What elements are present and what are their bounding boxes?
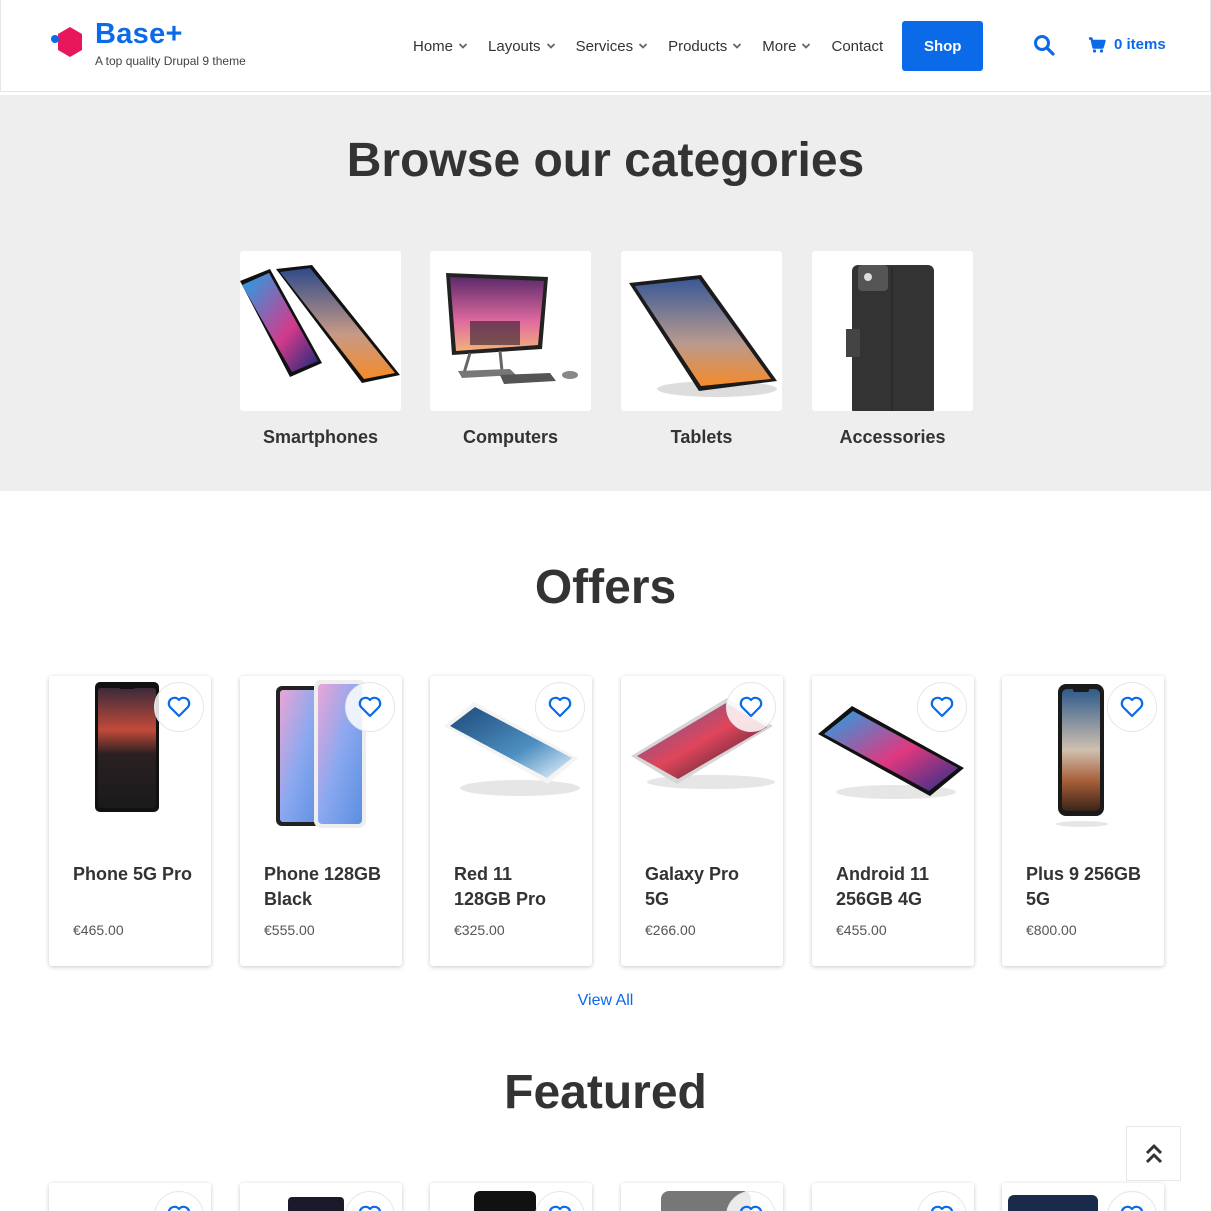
category-card-tablets[interactable]: Tablets bbox=[621, 251, 782, 448]
product-name[interactable]: Phone 128GB Black bbox=[264, 862, 384, 912]
nav-item-label: Products bbox=[668, 37, 728, 55]
site-slogan: A top quality Drupal 9 theme bbox=[95, 54, 246, 68]
nav-item-label: Contact bbox=[831, 37, 884, 55]
featured-product-card[interactable] bbox=[1002, 1183, 1164, 1211]
featured-product-card[interactable] bbox=[812, 1183, 974, 1211]
featured-product-card[interactable] bbox=[240, 1183, 402, 1211]
nav-item-layouts[interactable]: Layouts bbox=[478, 21, 566, 71]
wishlist-heart-icon[interactable] bbox=[345, 1191, 395, 1211]
cart-icon bbox=[1089, 36, 1106, 53]
nav-item-more[interactable]: More bbox=[752, 21, 821, 71]
cart-link[interactable]: 0 items bbox=[1088, 36, 1166, 53]
product-card[interactable]: Android 11 256GB 4G €455.00 bbox=[812, 676, 974, 966]
logo-hexagon-icon bbox=[51, 26, 85, 60]
wishlist-heart-icon[interactable] bbox=[917, 682, 967, 732]
chevron-down-icon bbox=[458, 43, 468, 49]
product-name[interactable]: Plus 9 256GB 5G bbox=[1026, 862, 1146, 912]
nav-item-label: Services bbox=[575, 37, 634, 55]
wishlist-heart-icon[interactable] bbox=[1107, 682, 1157, 732]
featured-product-card[interactable] bbox=[49, 1183, 211, 1211]
product-price: €455.00 bbox=[836, 922, 887, 938]
wishlist-heart-icon[interactable] bbox=[154, 682, 204, 732]
product-card[interactable]: Red 11 128GB Pro €325.00 bbox=[430, 676, 592, 966]
product-price: €266.00 bbox=[645, 922, 696, 938]
category-card-accessories[interactable]: Accessories bbox=[812, 251, 973, 448]
product-price: €465.00 bbox=[73, 922, 124, 938]
product-price: €325.00 bbox=[454, 922, 505, 938]
offers-title: Offers bbox=[534, 561, 677, 614]
wishlist-heart-icon[interactable] bbox=[535, 1191, 585, 1211]
scroll-to-top-button[interactable] bbox=[1126, 1126, 1181, 1181]
product-price: €555.00 bbox=[264, 922, 315, 938]
product-name[interactable]: Android 11 256GB 4G bbox=[836, 862, 956, 912]
featured-product-card[interactable] bbox=[430, 1183, 592, 1211]
product-name[interactable]: Red 11 128GB Pro bbox=[454, 862, 574, 912]
category-label: Accessories bbox=[839, 427, 946, 447]
product-card[interactable]: Galaxy Pro 5G €266.00 bbox=[621, 676, 783, 966]
chevron-down-icon bbox=[546, 43, 555, 49]
site-logo[interactable]: Base+ A top quality Drupal 9 theme bbox=[51, 20, 246, 68]
product-name[interactable]: Phone 5G Pro bbox=[73, 862, 193, 887]
nav-item-home[interactable]: Home bbox=[403, 21, 478, 71]
main-navigation: Home Layouts Services Products More Cont… bbox=[403, 21, 984, 71]
nav-item-label: Home bbox=[413, 37, 454, 55]
nav-item-services[interactable]: Services bbox=[566, 21, 659, 71]
featured-title: Featured bbox=[504, 1066, 707, 1119]
wishlist-heart-icon[interactable] bbox=[917, 1191, 967, 1211]
chevron-down-icon bbox=[638, 43, 648, 49]
wishlist-heart-icon[interactable] bbox=[535, 682, 585, 732]
chevron-down-icon bbox=[802, 43, 811, 49]
product-image bbox=[1008, 1195, 1098, 1211]
cart-count: 0 items bbox=[1114, 36, 1166, 53]
product-card[interactable]: Phone 5G Pro €465.00 bbox=[49, 676, 211, 966]
category-image-computers bbox=[430, 251, 591, 411]
search-icon[interactable] bbox=[1033, 34, 1057, 58]
view-all-link[interactable]: View All bbox=[0, 992, 1211, 1010]
nav-item-products[interactable]: Products bbox=[658, 21, 752, 71]
categories-title: Browse our categories bbox=[346, 134, 865, 187]
wishlist-heart-icon[interactable] bbox=[726, 682, 776, 732]
double-chevron-up-icon bbox=[1145, 1144, 1162, 1163]
category-image-accessories bbox=[812, 251, 973, 411]
nav-item-contact[interactable]: Contact bbox=[821, 21, 893, 71]
wishlist-heart-icon[interactable] bbox=[1107, 1191, 1157, 1211]
product-image bbox=[288, 1197, 344, 1211]
category-card-smartphones[interactable]: Smartphones bbox=[240, 251, 401, 448]
category-card-computers[interactable]: Computers bbox=[430, 251, 591, 448]
nav-item-label: More bbox=[762, 37, 797, 55]
nav-item-label: Layouts bbox=[488, 37, 541, 55]
product-card[interactable]: Plus 9 256GB 5G €800.00 bbox=[1002, 676, 1164, 966]
product-card[interactable]: Phone 128GB Black €555.00 bbox=[240, 676, 402, 966]
category-label: Tablets bbox=[670, 427, 733, 447]
chevron-down-icon bbox=[733, 43, 742, 49]
shop-button[interactable]: Shop bbox=[902, 21, 984, 71]
category-label: Computers bbox=[462, 427, 558, 447]
category-image-tablets bbox=[621, 251, 782, 411]
product-price: €800.00 bbox=[1026, 922, 1077, 938]
featured-product-card[interactable] bbox=[621, 1183, 783, 1211]
site-name[interactable]: Base+ bbox=[95, 20, 246, 49]
wishlist-heart-icon[interactable] bbox=[345, 682, 395, 732]
categories-section: Browse our categories Smartphones Comput… bbox=[0, 95, 1211, 491]
product-name[interactable]: Galaxy Pro 5G bbox=[645, 862, 765, 912]
category-label: Smartphones bbox=[262, 427, 379, 447]
category-image-smartphones bbox=[240, 251, 401, 411]
product-image bbox=[474, 1191, 536, 1211]
wishlist-heart-icon[interactable] bbox=[154, 1191, 204, 1211]
site-header: Base+ A top quality Drupal 9 theme Home … bbox=[0, 0, 1211, 92]
